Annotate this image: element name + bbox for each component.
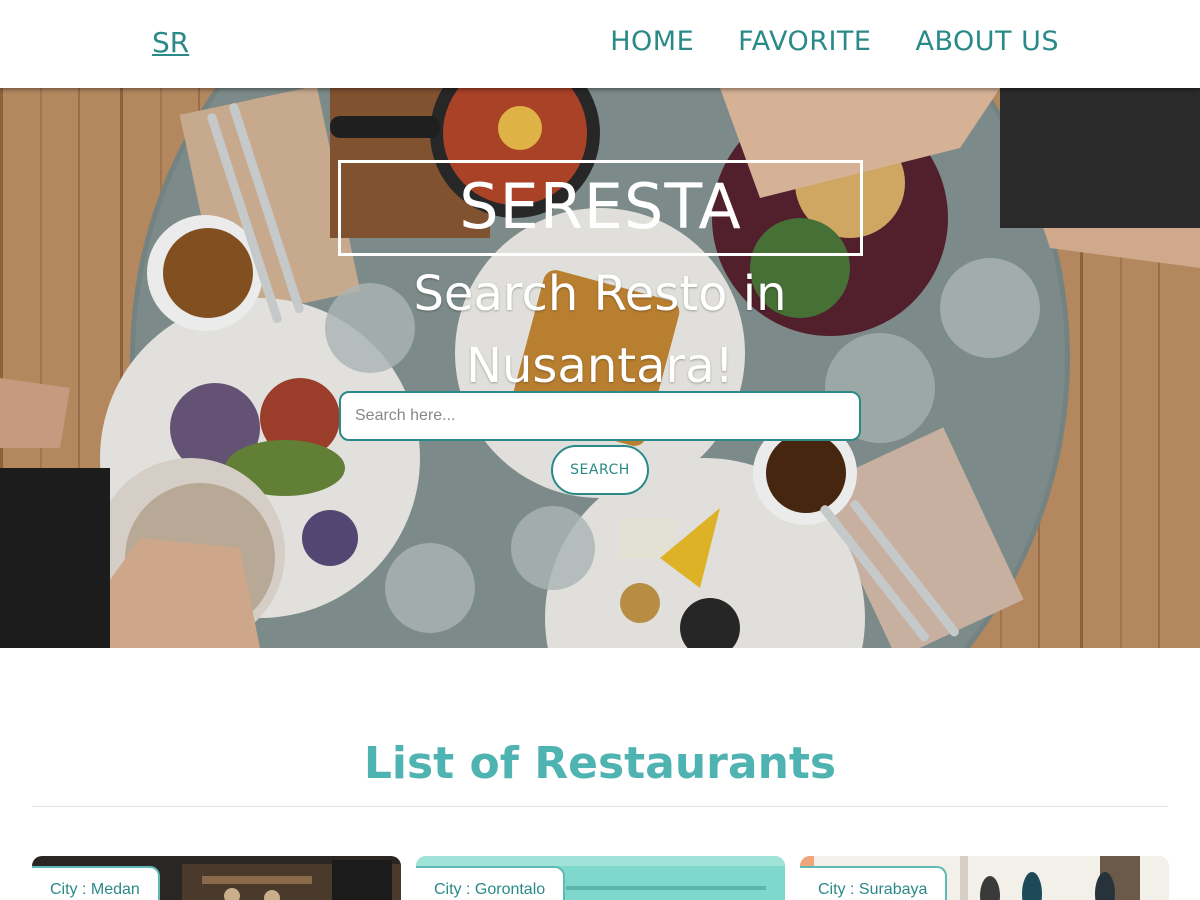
hero-section: SERESTA Search Resto in Nusantara! SEARC… xyxy=(0,88,1200,648)
nav-about-us-link[interactable]: ABOUT US xyxy=(915,26,1059,57)
nav-home-link[interactable]: HOME xyxy=(610,26,694,57)
city-badge: City : Medan xyxy=(32,866,160,900)
hero-title: SERESTA xyxy=(459,170,742,243)
nav-favorite-link[interactable]: FAVORITE xyxy=(738,26,871,57)
restaurant-card[interactable]: City : Medan xyxy=(32,856,401,900)
restaurant-card[interactable]: City : Gorontalo xyxy=(416,856,785,900)
section-title: List of Restaurants xyxy=(363,738,837,789)
top-navbar: SR HOME FAVORITE ABOUT US xyxy=(0,0,1200,88)
section-divider xyxy=(32,806,1168,807)
hero-subtitle: Search Resto in Nusantara! xyxy=(413,266,787,394)
city-badge: City : Gorontalo xyxy=(416,866,566,900)
search-input[interactable] xyxy=(339,391,861,441)
city-badge: City : Surabaya xyxy=(800,866,948,900)
logo-link[interactable]: SR xyxy=(152,26,189,59)
restaurant-card[interactable]: City : Surabaya xyxy=(800,856,1169,900)
search-button[interactable]: SEARCH xyxy=(551,445,649,495)
main-nav: HOME FAVORITE ABOUT US xyxy=(610,26,1059,57)
